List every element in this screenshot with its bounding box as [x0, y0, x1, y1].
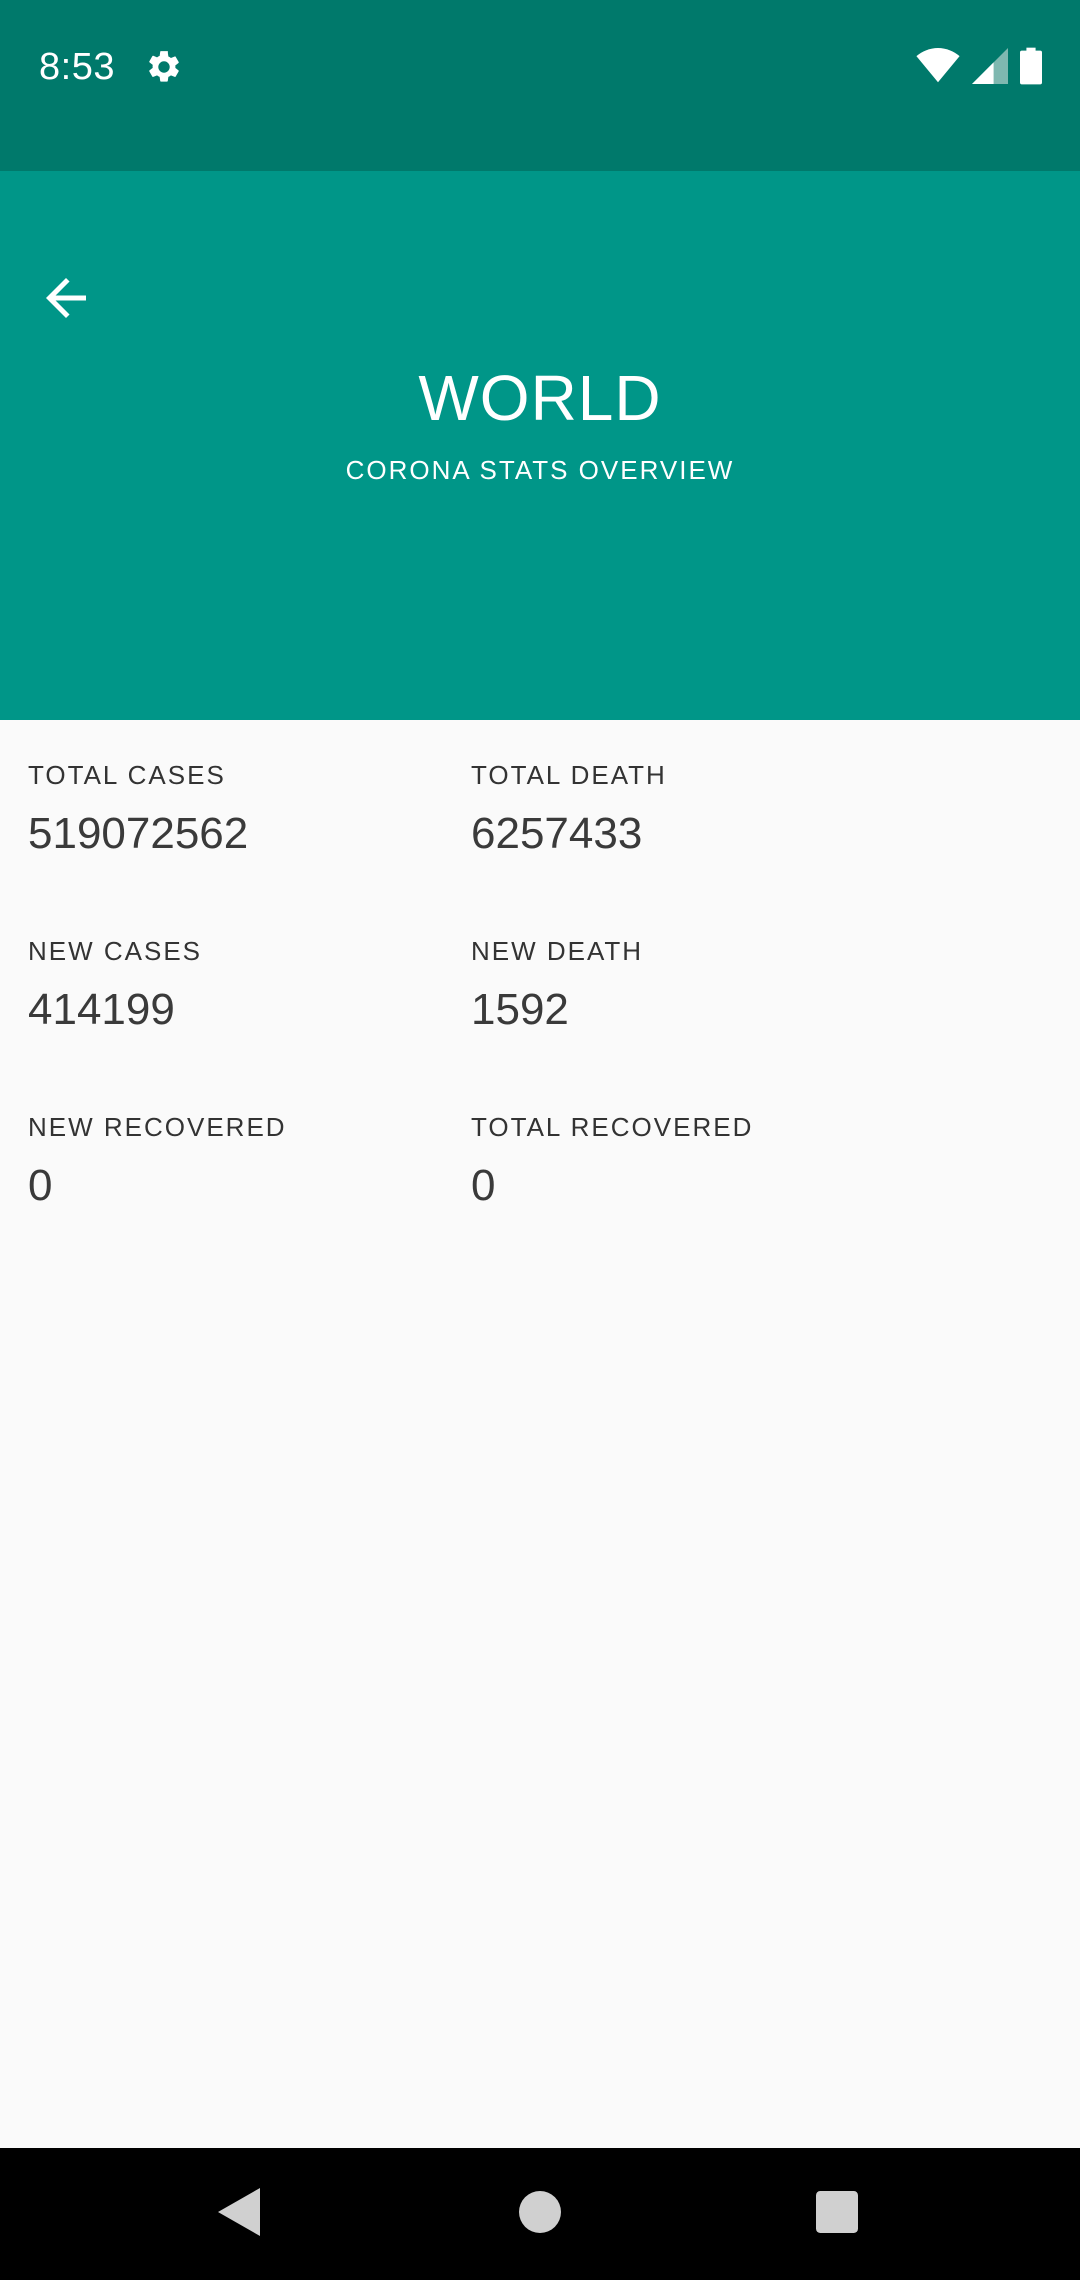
stat-value: 0	[471, 1161, 496, 1210]
stat-value: 6257433	[471, 809, 643, 858]
stat-total-recovered: TOTAL RECOVERED 0	[471, 1112, 911, 1211]
stat-value: 414199	[28, 985, 175, 1034]
page-title: WORLD	[418, 362, 662, 434]
stat-value: 0	[28, 1161, 53, 1210]
stat-value: 519072562	[28, 809, 249, 858]
stat-label: NEW DEATH	[471, 936, 644, 966]
back-button[interactable]	[30, 264, 102, 336]
stat-label: NEW RECOVERED	[28, 1112, 287, 1142]
stat-new-cases: NEW CASES 414199	[28, 936, 468, 1035]
stat-value: 1592	[471, 985, 569, 1034]
app-header: WORLD CORONA STATS OVERVIEW	[0, 171, 1080, 720]
gear-icon	[145, 48, 183, 86]
arrow-back-icon	[36, 268, 96, 333]
stat-total-cases: TOTAL CASES 519072562	[28, 760, 468, 859]
stat-label: NEW CASES	[28, 936, 203, 966]
back-triangle-icon	[218, 2187, 262, 2241]
stat-new-recovered: NEW RECOVERED 0	[28, 1112, 468, 1211]
stat-label: TOTAL CASES	[28, 760, 226, 790]
battery-icon	[1020, 47, 1042, 90]
stat-label: TOTAL RECOVERED	[471, 1112, 754, 1142]
nav-home-button[interactable]	[500, 2174, 580, 2254]
wifi-icon	[916, 47, 960, 89]
cell-signal-icon	[972, 47, 1008, 89]
status-bar: 8:53	[0, 0, 1080, 171]
recents-square-icon	[816, 2190, 858, 2238]
status-time: 8:53	[39, 46, 115, 88]
stat-label: TOTAL DEATH	[471, 760, 667, 790]
page-subtitle: CORONA STATS OVERVIEW	[345, 455, 735, 485]
system-nav-bar	[0, 2148, 1080, 2280]
stat-new-death: NEW DEATH 1592	[471, 936, 911, 1035]
home-circle-icon	[519, 2190, 561, 2238]
stat-total-death: TOTAL DEATH 6257433	[471, 760, 911, 859]
nav-back-button[interactable]	[200, 2174, 280, 2254]
nav-recents-button[interactable]	[797, 2174, 877, 2254]
